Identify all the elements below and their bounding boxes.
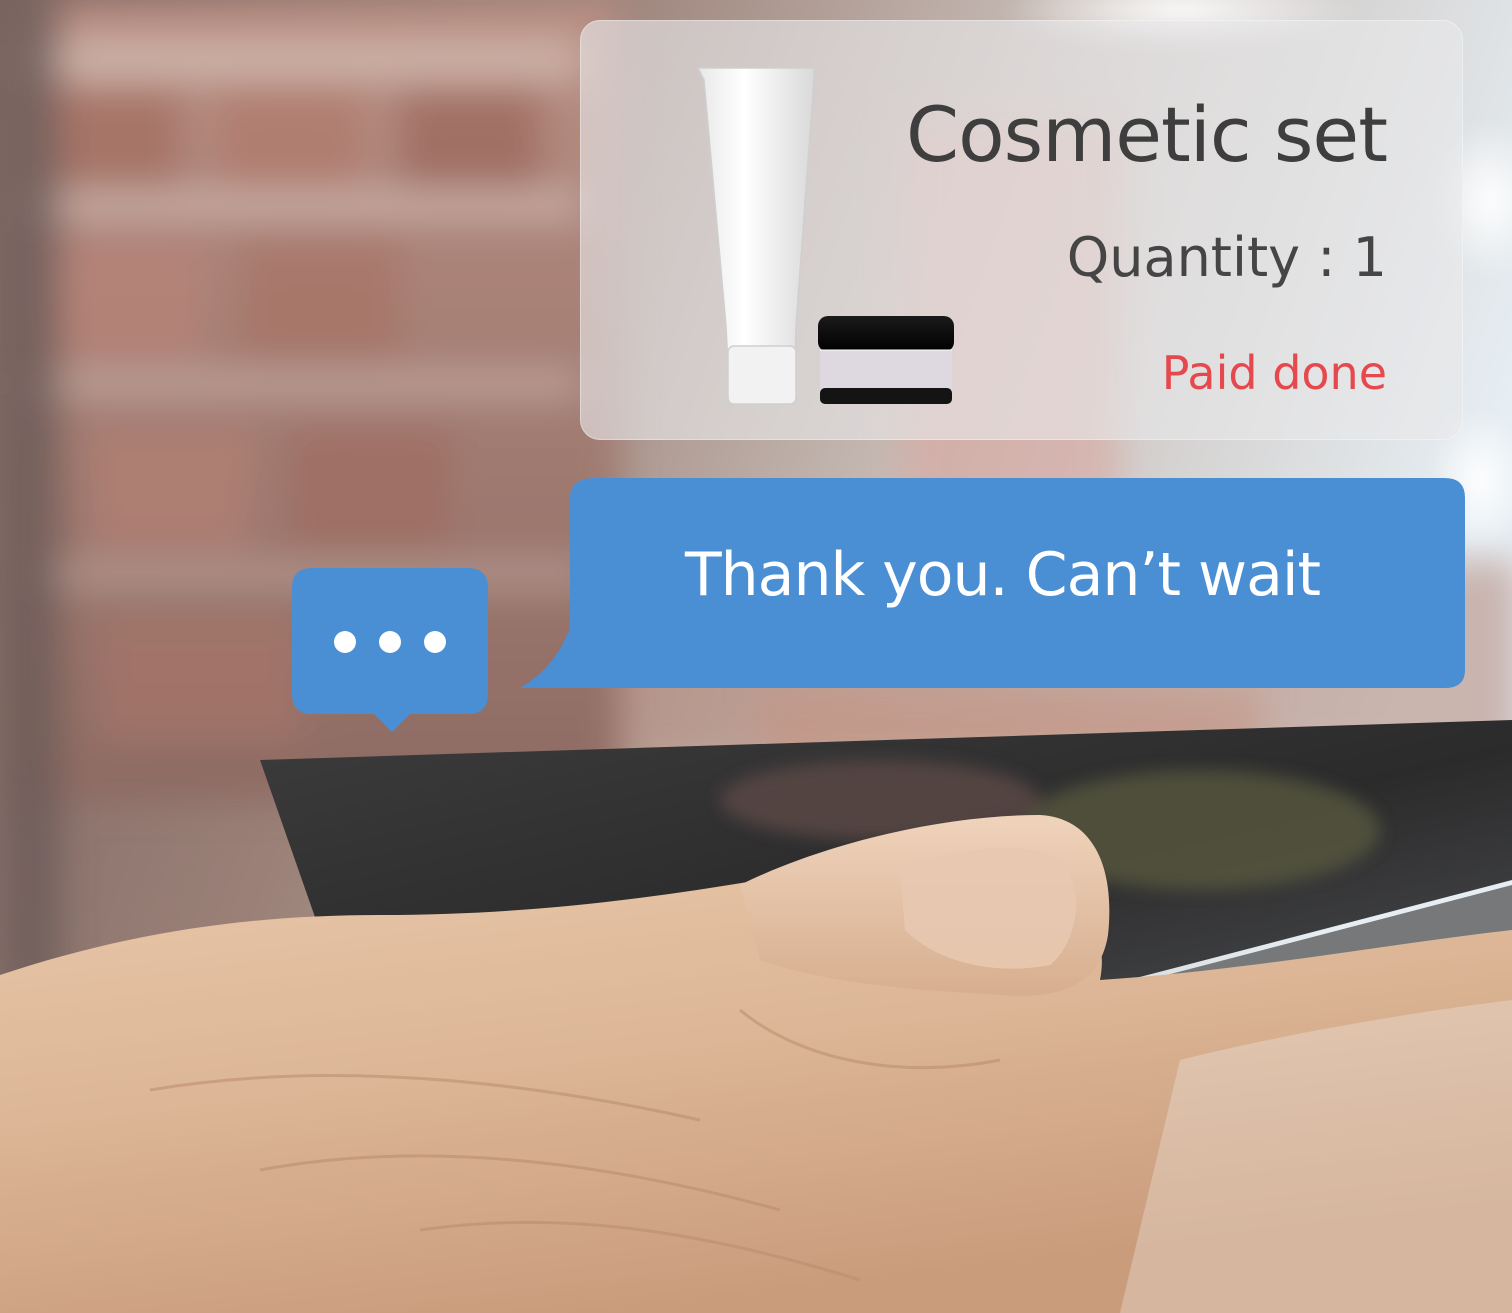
- payment-status: Paid done: [1161, 346, 1387, 400]
- typing-dots-icon: [292, 568, 488, 732]
- product-card: Cosmetic set Quantity : 1 Paid done: [580, 20, 1463, 440]
- product-quantity: Quantity : 1: [1066, 226, 1387, 289]
- product-title: Cosmetic set: [906, 90, 1388, 179]
- chat-message-bubble: Thank you. Can’t wait: [520, 478, 1465, 690]
- typing-indicator-bubble: [292, 568, 488, 734]
- chat-message-text: Thank you. Can’t wait: [685, 540, 1321, 610]
